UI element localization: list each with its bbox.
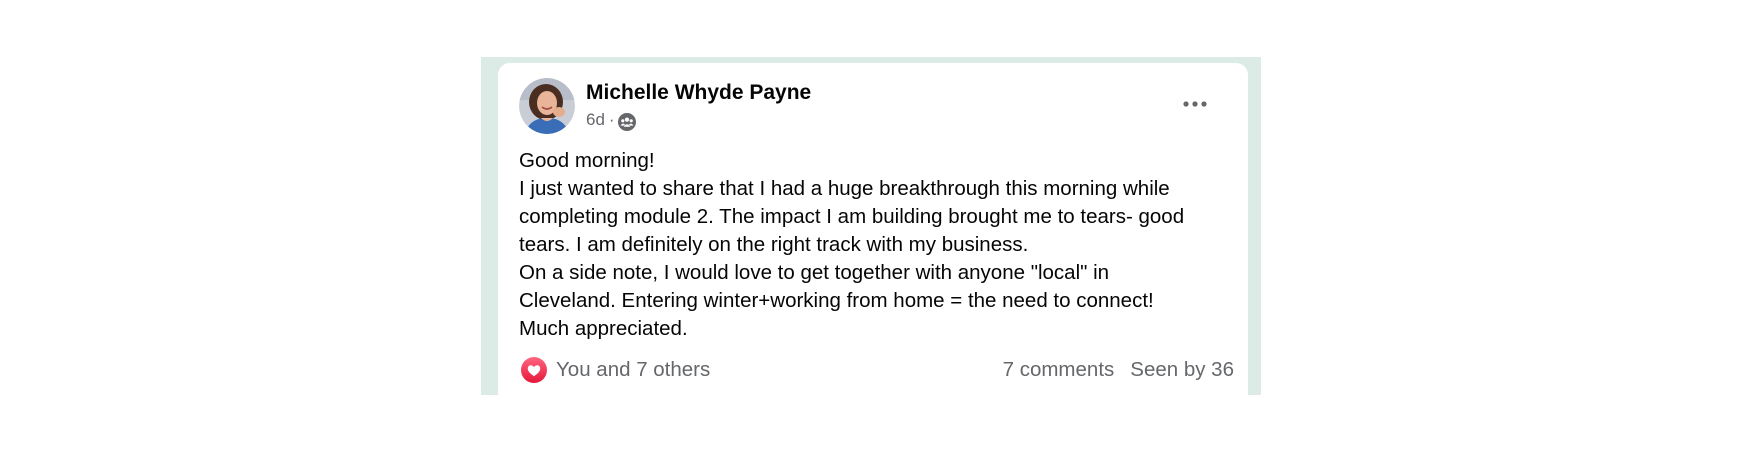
post-card: Michelle Whyde Payne 6d · Good morning! … — [498, 63, 1248, 395]
post-body: Good morning! I just wanted to share tha… — [519, 147, 1234, 343]
author-avatar[interactable] — [519, 78, 575, 134]
post-footer: You and 7 others 7 comments Seen by 36 — [519, 356, 1234, 386]
author-name[interactable]: Michelle Whyde Payne — [586, 81, 811, 105]
more-icon — [1183, 101, 1207, 107]
post-line: completing module 2. The impact I am bui… — [519, 205, 1185, 228]
post-meta: 6d · — [586, 109, 636, 131]
reactions-text: You and 7 others — [556, 358, 711, 381]
group-icon[interactable] — [617, 113, 636, 131]
avatar-photo-icon — [519, 78, 575, 134]
post-stats: 7 comments Seen by 36 — [1003, 356, 1234, 384]
post-frame: Michelle Whyde Payne 6d · Good morning! … — [481, 57, 1261, 395]
seen-by-link[interactable]: Seen by 36 — [1130, 358, 1234, 382]
more-options-button[interactable] — [1178, 91, 1212, 117]
post-line: tears. I am definitely on the right trac… — [519, 233, 1029, 256]
reactions-summary[interactable]: You and 7 others — [521, 356, 710, 384]
post-time[interactable]: 6d — [586, 110, 605, 130]
meta-separator: · — [608, 110, 615, 129]
heart-icon — [521, 357, 547, 383]
comments-count-link[interactable]: 7 comments — [1003, 358, 1115, 382]
post-line: Good morning! — [519, 149, 655, 172]
post-line: On a side note, I would love to get toge… — [519, 261, 1110, 284]
post-line: I just wanted to share that I had a huge… — [519, 177, 1170, 200]
post-line: Much appreciated. — [519, 317, 688, 340]
post-line: Cleveland. Entering winter+working from … — [519, 289, 1154, 312]
